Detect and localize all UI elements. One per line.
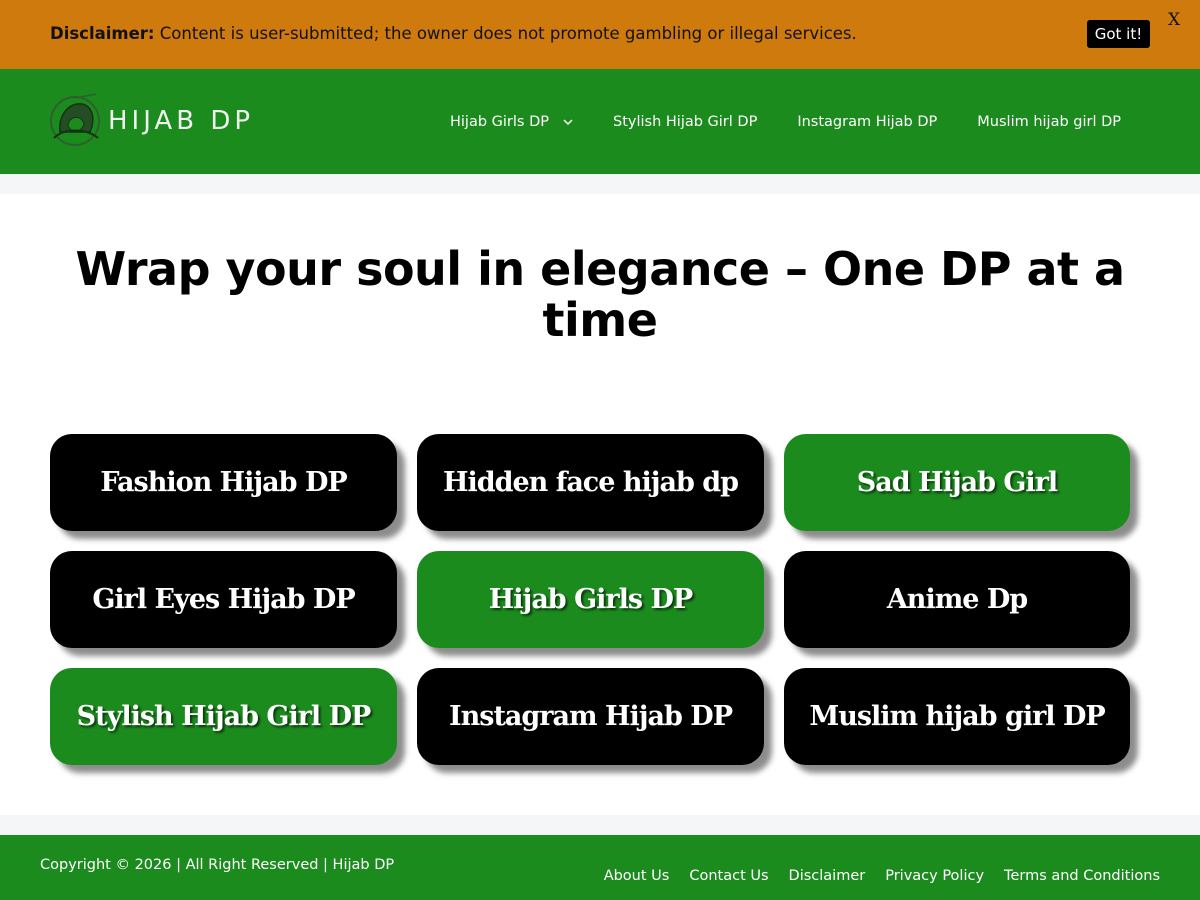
copyright-text: Copyright © 2026 | All Right Reserved | … <box>40 857 395 873</box>
disclaimer-text: Content is user-submitted; the owner doe… <box>159 24 857 43</box>
nav-item-instagram-hijab-dp[interactable]: Instagram Hijab DP <box>777 114 957 130</box>
nav-item-hijab-girls-dp[interactable]: Hijab Girls DP <box>430 114 593 130</box>
nav-item-muslim-hijab-girl-dp[interactable]: Muslim hijab girl DP <box>957 114 1141 130</box>
main-nav: Hijab Girls DP Stylish Hijab Girl DP Ins… <box>430 69 1141 174</box>
category-button[interactable]: Instagram Hijab DP <box>417 668 764 765</box>
disclaimer-label: Disclaimer: <box>50 24 155 43</box>
got-it-button[interactable]: Got it! <box>1087 20 1150 48</box>
site-logo[interactable]: HIJAB DP <box>46 91 276 151</box>
category-button[interactable]: Anime Dp <box>784 551 1130 648</box>
disclaimer-message: Disclaimer: Content is user-submitted; t… <box>50 24 857 43</box>
site-header: HIJAB DP Hijab Girls DP Stylish Hijab Gi… <box>0 69 1200 174</box>
category-button[interactable]: Sad Hijab Girl <box>784 434 1130 531</box>
category-button[interactable]: Girl Eyes Hijab DP <box>50 551 397 648</box>
category-button[interactable]: Hidden face hijab dp <box>417 434 764 531</box>
nav-item-label: Hijab Girls DP <box>450 113 549 130</box>
category-button[interactable]: Hijab Girls DP <box>417 551 764 648</box>
footer-link-contact-us[interactable]: Contact Us <box>689 868 768 884</box>
nav-item-stylish-hijab-girl-dp[interactable]: Stylish Hijab Girl DP <box>593 114 777 130</box>
category-button[interactable]: Stylish Hijab Girl DP <box>50 668 397 765</box>
close-disclaimer-button[interactable]: X <box>1168 10 1180 30</box>
site-logo-text: HIJAB DP <box>108 106 255 136</box>
chevron-down-icon <box>563 118 573 125</box>
site-footer: Copyright © 2026 | All Right Reserved | … <box>0 835 1200 900</box>
category-button-grid: Fashion Hijab DP Hidden face hijab dp Sa… <box>50 434 1150 765</box>
hijab-girl-logo-icon <box>50 93 100 146</box>
category-button[interactable]: Muslim hijab girl DP <box>784 668 1130 765</box>
page-title: Wrap your soul in elegance – One DP at a… <box>75 242 1125 347</box>
footer-link-disclaimer[interactable]: Disclaimer <box>789 868 866 884</box>
category-button[interactable]: Fashion Hijab DP <box>50 434 397 531</box>
main-content: Wrap your soul in elegance – One DP at a… <box>0 194 1200 815</box>
footer-link-terms-and-conditions[interactable]: Terms and Conditions <box>1004 868 1160 884</box>
footer-link-privacy-policy[interactable]: Privacy Policy <box>885 868 984 884</box>
footer-nav: About Us Contact Us Disclaimer Privacy P… <box>584 868 1160 884</box>
footer-link-about-us[interactable]: About Us <box>604 868 670 884</box>
disclaimer-bar: Disclaimer: Content is user-submitted; t… <box>0 0 1200 69</box>
